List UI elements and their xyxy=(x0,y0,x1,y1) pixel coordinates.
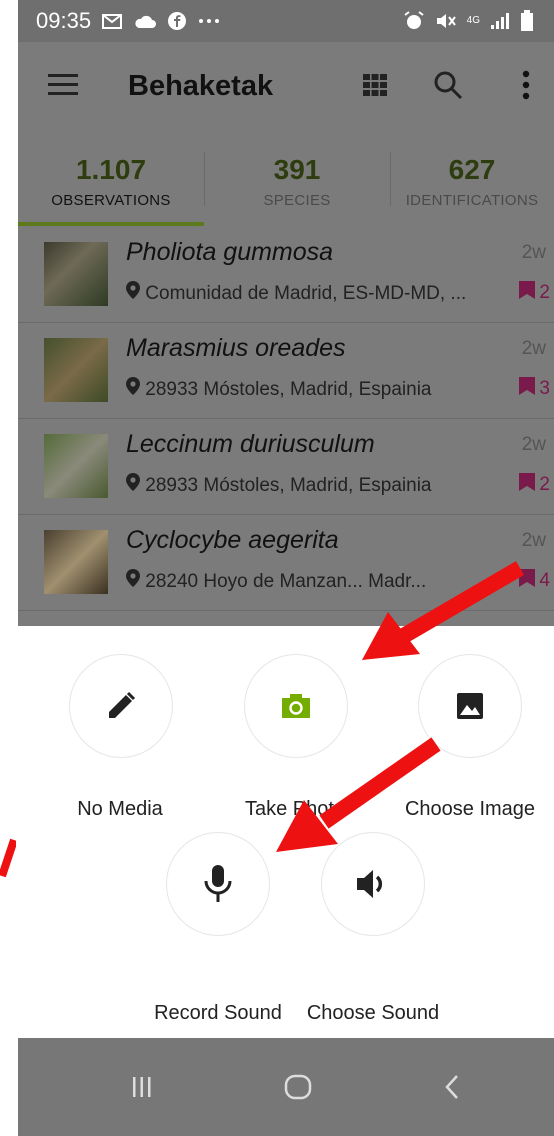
mute-icon xyxy=(435,11,457,31)
observation-age: 2w xyxy=(521,434,546,455)
annotation-arrow-partial xyxy=(0,838,16,878)
record-sound-label: Record Sound xyxy=(154,1002,282,1024)
menu-icon[interactable] xyxy=(48,72,78,96)
page-title: Behaketak xyxy=(128,69,274,102)
gmail-icon xyxy=(101,12,123,30)
overflow-menu-icon[interactable] xyxy=(522,70,530,100)
location-pin-icon xyxy=(126,569,140,592)
observation-age: 2w xyxy=(521,242,546,263)
alarm-icon xyxy=(403,11,425,31)
observations-count: 1.107 xyxy=(75,154,147,185)
signal-4g-icon: 4G xyxy=(466,15,480,26)
record-sound-button[interactable] xyxy=(166,832,270,936)
location-text: 28933 Móstoles, Madrid, Espainia xyxy=(126,473,432,497)
species-name: Marasmius oreades xyxy=(126,334,346,362)
observation-thumbnail xyxy=(44,530,108,594)
choose-sound-label: Choose Sound xyxy=(306,1002,440,1024)
location-pin-icon xyxy=(126,377,140,400)
identification-count: 2 xyxy=(519,281,550,305)
location-pin-icon xyxy=(126,473,140,496)
stats-tabs: 1.107 OBSERVATIONS 391 SPECIES 627 IDENT… xyxy=(18,130,554,226)
pencil-icon xyxy=(106,691,136,721)
camera-icon xyxy=(281,693,311,719)
species-name: Pholiota gummosa xyxy=(126,238,334,266)
no-media-button[interactable] xyxy=(69,654,173,758)
species-name: Cyclocybe aegerita xyxy=(126,526,339,554)
annotation-arrow-record-sound xyxy=(276,737,441,852)
no-media-label: No Media xyxy=(77,798,163,820)
tab-identifications[interactable]: 627 IDENTIFICATIONS xyxy=(390,130,554,226)
app-bar: Behaketak xyxy=(18,42,554,130)
list-item[interactable]: Leccinum duriusculum 28933 Móstoles, Mad… xyxy=(18,418,554,515)
observation-age: 2w xyxy=(521,530,546,551)
status-time: 09:35 xyxy=(36,8,92,33)
species-label: SPECIES xyxy=(263,192,331,209)
identifications-count: 627 xyxy=(448,154,496,185)
cloud-icon xyxy=(133,13,157,29)
speaker-icon xyxy=(355,868,391,900)
back-icon[interactable] xyxy=(444,1074,460,1100)
identification-count: 3 xyxy=(519,377,550,401)
id-badge-icon xyxy=(519,281,536,305)
list-item[interactable]: Pholiota gummosa Comunidad de Madrid, ES… xyxy=(18,226,554,323)
location-text: Comunidad de Madrid, ES-MD-MD, ... xyxy=(126,281,466,305)
species-name: Leccinum duriusculum xyxy=(126,430,375,458)
observation-thumbnail xyxy=(44,434,108,498)
more-icon xyxy=(197,17,221,25)
tab-observations[interactable]: 1.107 OBSERVATIONS xyxy=(18,130,204,226)
microphone-icon xyxy=(203,864,233,904)
system-navigation-bar xyxy=(18,1038,554,1136)
location-pin-icon xyxy=(126,281,140,304)
observation-thumbnail xyxy=(44,242,108,306)
image-icon xyxy=(456,692,484,720)
observation-thumbnail xyxy=(44,338,108,402)
signal-bars-icon xyxy=(490,12,510,30)
location-text: 28933 Móstoles, Madrid, Espainia xyxy=(126,377,432,401)
tab-species[interactable]: 391 SPECIES xyxy=(204,130,390,226)
list-item[interactable]: Marasmius oreades 28933 Móstoles, Madrid… xyxy=(18,322,554,419)
identification-count: 2 xyxy=(519,473,550,497)
annotation-arrow-take-photo xyxy=(362,561,525,660)
battery-icon xyxy=(520,10,534,32)
home-icon[interactable] xyxy=(284,1074,312,1100)
observations-label: OBSERVATIONS xyxy=(51,192,171,209)
observation-age: 2w xyxy=(521,338,546,359)
status-bar: 09:35 4G xyxy=(18,0,554,42)
species-count: 391 xyxy=(273,154,321,185)
id-badge-icon xyxy=(519,377,536,401)
identifications-label: IDENTIFICATIONS xyxy=(405,192,539,209)
grid-view-icon[interactable] xyxy=(363,74,387,96)
recent-apps-icon[interactable] xyxy=(132,1076,152,1098)
search-icon[interactable] xyxy=(433,70,463,100)
facebook-icon xyxy=(167,11,187,31)
id-badge-icon xyxy=(519,473,536,497)
